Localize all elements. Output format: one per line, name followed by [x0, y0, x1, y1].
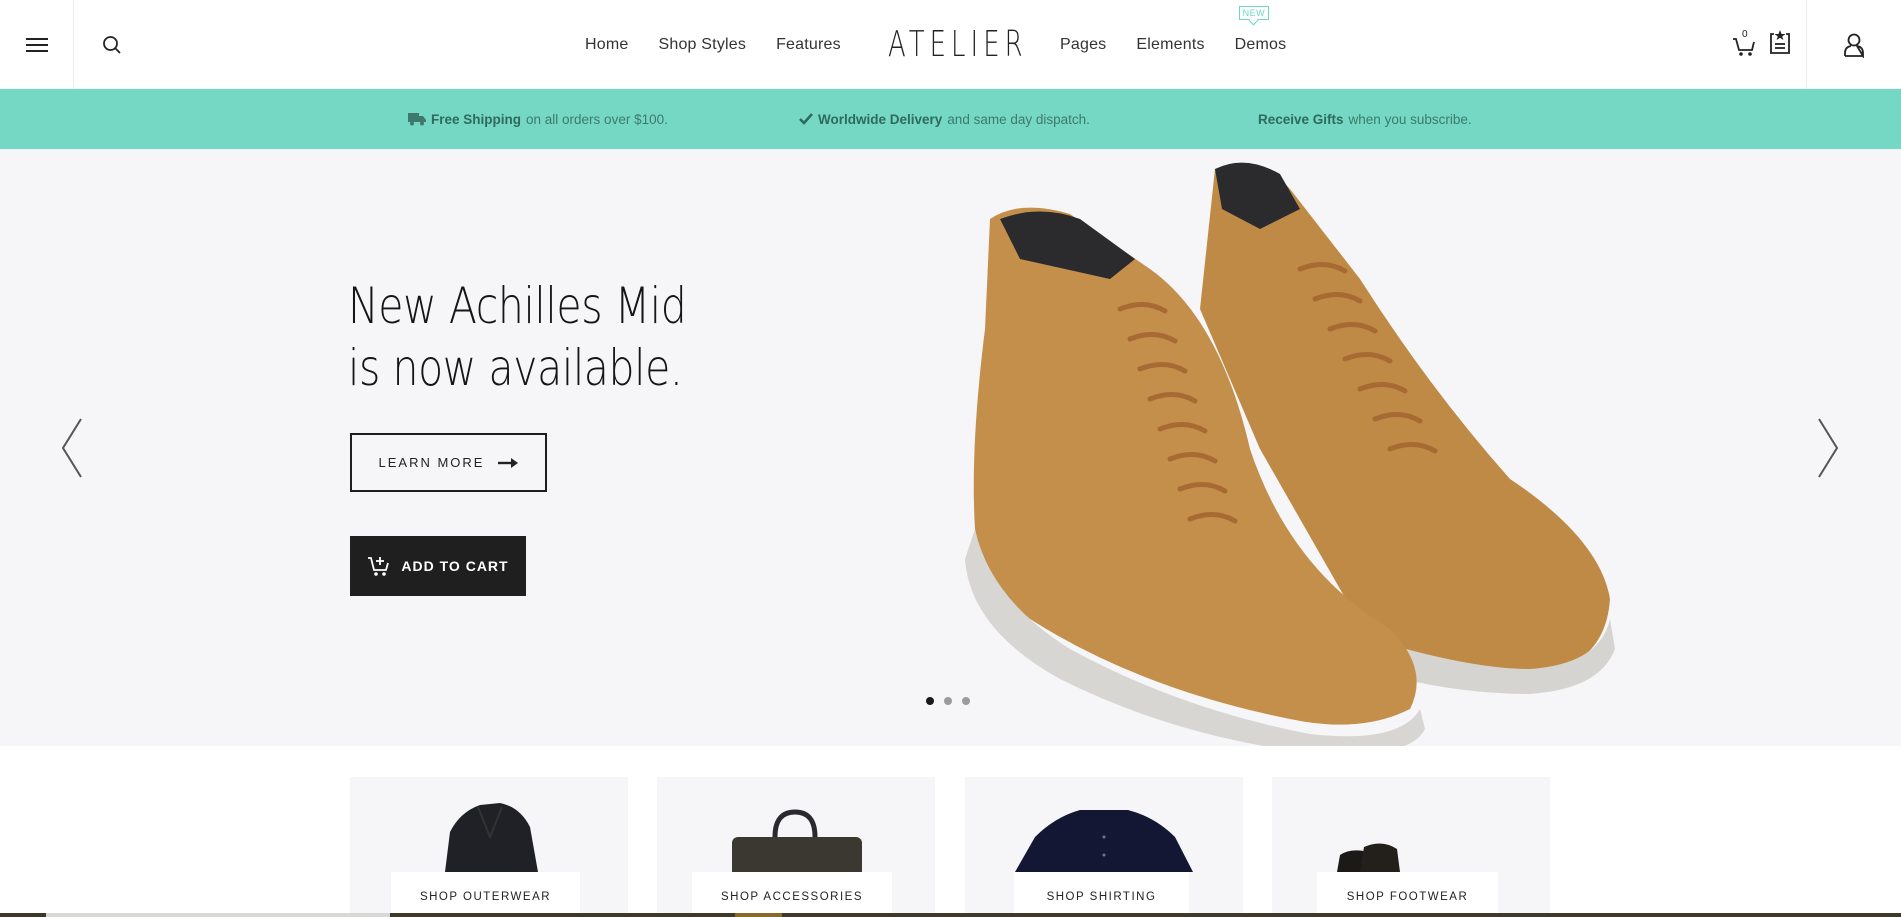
main-nav-right: Pages Elements Demos NEW — [1060, 0, 1286, 89]
nav-elements[interactable]: Elements — [1136, 36, 1204, 54]
user-icon — [1844, 33, 1864, 58]
truck-icon — [408, 113, 426, 126]
slide-dot-3[interactable] — [962, 697, 970, 705]
site-logo[interactable]: ATELIER — [888, 24, 1028, 65]
wishlist-icon — [1770, 30, 1790, 54]
site-header: Home Shop Styles Features ATELIER Pages … — [0, 0, 1901, 89]
learn-more-button[interactable]: LEARN MORE — [350, 433, 547, 492]
slide-dot-1[interactable] — [926, 697, 934, 705]
category-label: SHOP FOOTWEAR — [1317, 872, 1498, 917]
promo-worldwide: Worldwide Delivery and same day dispatch… — [799, 112, 1090, 127]
add-to-cart-label: ADD TO CART — [401, 558, 509, 574]
promo-free-shipping: Free Shipping on all orders over $100. — [408, 112, 668, 127]
new-badge: NEW — [1238, 5, 1270, 20]
next-section-preview — [0, 913, 1901, 917]
promo-text: when you subscribe. — [1348, 111, 1472, 127]
add-cart-icon — [368, 557, 390, 576]
category-card-accessories[interactable]: SHOP ACCESSORIES — [657, 777, 935, 917]
next-slide-button[interactable] — [1808, 414, 1848, 484]
learn-more-label: LEARN MORE — [378, 455, 485, 470]
cart-button[interactable]: 0 — [1731, 28, 1757, 58]
promo-gifts: Receive Gifts when you subscribe. — [1258, 112, 1472, 127]
main-nav-left: Home Shop Styles Features — [585, 0, 841, 89]
nav-shop-styles[interactable]: Shop Styles — [658, 36, 746, 54]
slide-dot-2[interactable] — [944, 697, 952, 705]
arrow-right-icon — [498, 457, 519, 468]
wishlist-button[interactable] — [1769, 29, 1791, 60]
category-label: SHOP SHIRTING — [1014, 872, 1189, 917]
nav-demos[interactable]: Demos NEW — [1234, 5, 1287, 54]
promo-bold: Free Shipping — [431, 111, 522, 127]
category-card-shirting[interactable]: SHOP SHIRTING — [965, 777, 1243, 917]
chevron-right-icon — [1818, 418, 1839, 478]
category-card-footwear[interactable]: SHOP FOOTWEAR — [1272, 777, 1550, 917]
hero-slider: New Achilles Mid is now available. LEARN… — [0, 149, 1901, 746]
category-label: SHOP ACCESSORIES — [692, 872, 892, 917]
cart-count: 0 — [1742, 28, 1748, 40]
hero-title-line1: New Achilles Mid — [348, 277, 687, 335]
promo-text: and same day dispatch. — [947, 111, 1090, 127]
promo-bold: Worldwide Delivery — [818, 111, 943, 127]
footwear-image — [1337, 843, 1400, 872]
nav-demos-label: Demos — [1234, 35, 1287, 53]
slider-dots — [926, 697, 970, 705]
nav-pages[interactable]: Pages — [1060, 36, 1106, 54]
category-card-outerwear[interactable]: SHOP OUTERWEAR — [350, 777, 628, 917]
category-label: SHOP OUTERWEAR — [391, 872, 580, 917]
outerwear-image — [445, 803, 538, 872]
nav-features[interactable]: Features — [776, 36, 841, 54]
hero-title: New Achilles Mid is now available. — [348, 275, 687, 399]
accessories-image — [732, 809, 862, 872]
menu-button[interactable] — [0, 0, 74, 89]
nav-home[interactable]: Home — [585, 36, 628, 54]
search-button[interactable] — [74, 0, 150, 89]
hero-title-line2: is now available. — [348, 339, 683, 397]
account-button[interactable] — [1806, 0, 1901, 89]
header-actions: 0 — [1731, 0, 1791, 89]
add-to-cart-button[interactable]: ADD TO CART — [350, 536, 526, 596]
promo-bar: Free Shipping on all orders over $100. W… — [0, 89, 1901, 149]
promo-text: on all orders over $100. — [526, 111, 668, 127]
prev-slide-button[interactable] — [52, 414, 92, 484]
menu-icon — [25, 37, 48, 52]
search-icon — [103, 35, 121, 54]
chevron-left-icon — [61, 418, 82, 478]
product-image-shoes — [965, 162, 1615, 746]
category-grid: SHOP OUTERWEAR SHOP ACCESSORIES SHOP SHI… — [0, 746, 1901, 917]
check-icon — [799, 113, 813, 125]
promo-bold: Receive Gifts — [1258, 111, 1344, 127]
shirting-image — [1015, 810, 1193, 872]
